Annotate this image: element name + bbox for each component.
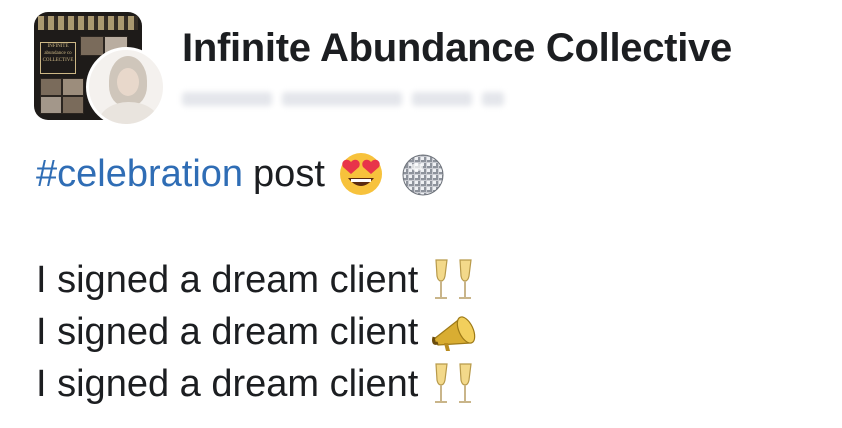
avatar-photo-tile [40, 78, 62, 96]
mirror-ball-icon [397, 151, 449, 197]
clinking-glasses-icon [428, 361, 480, 407]
member-avatar[interactable] [86, 47, 166, 127]
avatar-photo-tile [62, 96, 84, 114]
post-line-text: I signed a dream client [36, 259, 419, 301]
post-line-text: I signed a dream client [36, 311, 419, 353]
hashtag-line: #celebration post [36, 148, 816, 200]
post-header: INFINITE abundance co COLLECTIVE Infinit… [20, 12, 820, 127]
clinking-glasses-icon [428, 257, 480, 303]
post-line: I signed a dream client [36, 254, 816, 306]
post-line-text: I signed a dream client [36, 363, 419, 405]
post-word: post [253, 153, 325, 195]
avatar-photo-tile [80, 36, 104, 56]
post-body: #celebration post I signed a dream clien… [36, 148, 816, 410]
megaphone-icon [428, 309, 480, 355]
post-line: I signed a dream client [36, 306, 816, 358]
avatar-banner [38, 16, 138, 30]
avatar-photo-tile [40, 96, 62, 114]
avatar-body [99, 102, 159, 124]
avatar-logo: INFINITE abundance co COLLECTIVE [40, 42, 76, 74]
avatar-face [117, 68, 139, 96]
avatar-photo-tile [62, 78, 84, 96]
blurred-author-line [182, 90, 602, 114]
hashtag-link[interactable]: #celebration [36, 148, 243, 200]
group-name[interactable]: Infinite Abundance Collective [182, 26, 732, 71]
post-line: I signed a dream client [36, 358, 816, 410]
heart-eyes-face-icon [335, 151, 387, 197]
